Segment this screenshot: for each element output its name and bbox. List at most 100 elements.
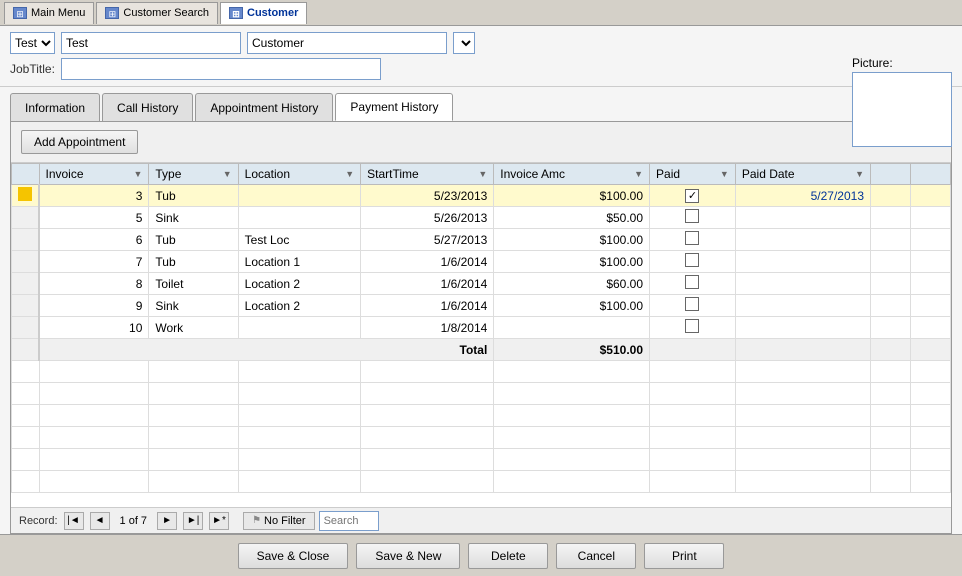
nav-prev-button[interactable]: ◄ (90, 512, 110, 530)
td-type: Tub (149, 185, 238, 207)
td-location (238, 317, 361, 339)
last-name-input[interactable] (247, 32, 447, 54)
td-invoice-amt: $100.00 (494, 229, 650, 251)
filter-icon: ⚑ (252, 515, 261, 526)
table-row[interactable]: 6TubTest Loc5/27/2013$100.00 (12, 229, 951, 251)
th-invoice[interactable]: Invoice ▼ (39, 164, 149, 185)
prefix-select[interactable]: Test (11, 33, 54, 53)
empty-cell (149, 361, 238, 383)
empty-cell (911, 383, 951, 405)
total-empty-3 (911, 339, 951, 361)
picture-label: Picture: (852, 56, 893, 70)
tab-main-menu[interactable]: ⊞ Main Menu (4, 2, 94, 24)
tab-payment-history[interactable]: Payment History (335, 93, 453, 121)
save-new-button[interactable]: Save & New (356, 543, 460, 569)
empty-cell (871, 405, 911, 427)
paid-checkbox[interactable] (685, 209, 699, 223)
table-row[interactable]: 7TubLocation 11/6/2014$100.00 (12, 251, 951, 273)
td-paid[interactable] (650, 207, 736, 229)
tab-information[interactable]: Information (10, 93, 100, 121)
nav-next-button[interactable]: ► (157, 512, 177, 530)
td-location: Test Loc (238, 229, 361, 251)
search-input[interactable] (319, 511, 379, 531)
no-filter-button[interactable]: ⚑ No Filter (243, 512, 315, 530)
table-row[interactable]: 3Tub5/23/2013$100.00✓5/27/2013 (12, 185, 951, 207)
empty-row (12, 449, 951, 471)
nav-last-button[interactable]: ►| (183, 512, 203, 530)
prefix-combo[interactable]: Test (10, 32, 55, 54)
table-row[interactable]: 10Work1/8/2014 (12, 317, 951, 339)
picture-box[interactable] (852, 72, 952, 147)
th-starttime[interactable]: StartTime ▼ (361, 164, 494, 185)
first-name-input[interactable] (61, 32, 241, 54)
tab-call-history[interactable]: Call History (102, 93, 193, 121)
table-row[interactable]: 5Sink5/26/2013$50.00 (12, 207, 951, 229)
td-paid[interactable] (650, 229, 736, 251)
empty-cell (650, 361, 736, 383)
payment-table: Invoice ▼ Type ▼ Locatio (11, 163, 951, 493)
total-label: Total (39, 339, 494, 361)
record-info: 1 of 7 (120, 515, 148, 527)
th-paid[interactable]: Paid ▼ (650, 164, 736, 185)
empty-cell (871, 427, 911, 449)
header-row1: Test (10, 32, 952, 54)
paid-checkbox[interactable]: ✓ (685, 189, 699, 203)
save-close-button[interactable]: Save & Close (238, 543, 349, 569)
td-invoice: 6 (39, 229, 149, 251)
table-row[interactable]: 8ToiletLocation 21/6/2014$60.00 (12, 273, 951, 295)
suffix-combo[interactable] (453, 32, 475, 54)
nav-new-button[interactable]: ►* (209, 512, 229, 530)
empty-cell (494, 427, 650, 449)
empty-cell (12, 383, 40, 405)
total-row: Total$510.00 (12, 339, 951, 361)
td-paid-date: 5/27/2013 (735, 185, 870, 207)
td-extra2 (911, 185, 951, 207)
tab-customer-search[interactable]: ⊞ Customer Search (96, 2, 218, 24)
selected-row-indicator (18, 187, 32, 201)
delete-button[interactable]: Delete (468, 543, 548, 569)
tab-customer[interactable]: ⊞ Customer (220, 2, 307, 24)
empty-cell (149, 405, 238, 427)
empty-cell (149, 383, 238, 405)
th-type[interactable]: Type ▼ (149, 164, 238, 185)
row-indicator (12, 185, 40, 207)
empty-cell (494, 405, 650, 427)
empty-cell (12, 405, 40, 427)
empty-cell (650, 383, 736, 405)
td-extra2 (911, 273, 951, 295)
td-invoice-amt: $60.00 (494, 273, 650, 295)
td-type: Toilet (149, 273, 238, 295)
suffix-select[interactable] (454, 33, 474, 53)
td-paid[interactable] (650, 295, 736, 317)
empty-cell (39, 449, 149, 471)
empty-cell (911, 405, 951, 427)
td-paid[interactable] (650, 251, 736, 273)
paid-checkbox[interactable] (685, 275, 699, 289)
td-paid[interactable] (650, 317, 736, 339)
td-paid[interactable]: ✓ (650, 185, 736, 207)
paid-checkbox[interactable] (685, 319, 699, 333)
empty-cell (361, 471, 494, 493)
empty-cell (238, 449, 361, 471)
add-appointment-button[interactable]: Add Appointment (21, 130, 138, 154)
th-location[interactable]: Location ▼ (238, 164, 361, 185)
print-button[interactable]: Print (644, 543, 724, 569)
jobtitle-input[interactable] (61, 58, 381, 80)
filter-area: ⚑ No Filter (243, 511, 379, 531)
table-row[interactable]: 9SinkLocation 21/6/2014$100.00 (12, 295, 951, 317)
cancel-button[interactable]: Cancel (556, 543, 636, 569)
td-extra1 (871, 185, 911, 207)
paid-checkbox[interactable] (685, 253, 699, 267)
paid-checkbox[interactable] (685, 231, 699, 245)
th-invoice-amt[interactable]: Invoice Amc ▼ (494, 164, 650, 185)
nav-first-button[interactable]: |◄ (64, 512, 84, 530)
paid-checkbox[interactable] (685, 297, 699, 311)
tab-appointment-history[interactable]: Appointment History (195, 93, 333, 121)
empty-row (12, 405, 951, 427)
status-bar: Record: |◄ ◄ 1 of 7 ► ►| ►* ⚑ No Filter (11, 507, 951, 533)
td-invoice: 10 (39, 317, 149, 339)
td-paid[interactable] (650, 273, 736, 295)
empty-cell (494, 361, 650, 383)
td-paid-date (735, 273, 870, 295)
th-paid-date[interactable]: Paid Date ▼ (735, 164, 870, 185)
